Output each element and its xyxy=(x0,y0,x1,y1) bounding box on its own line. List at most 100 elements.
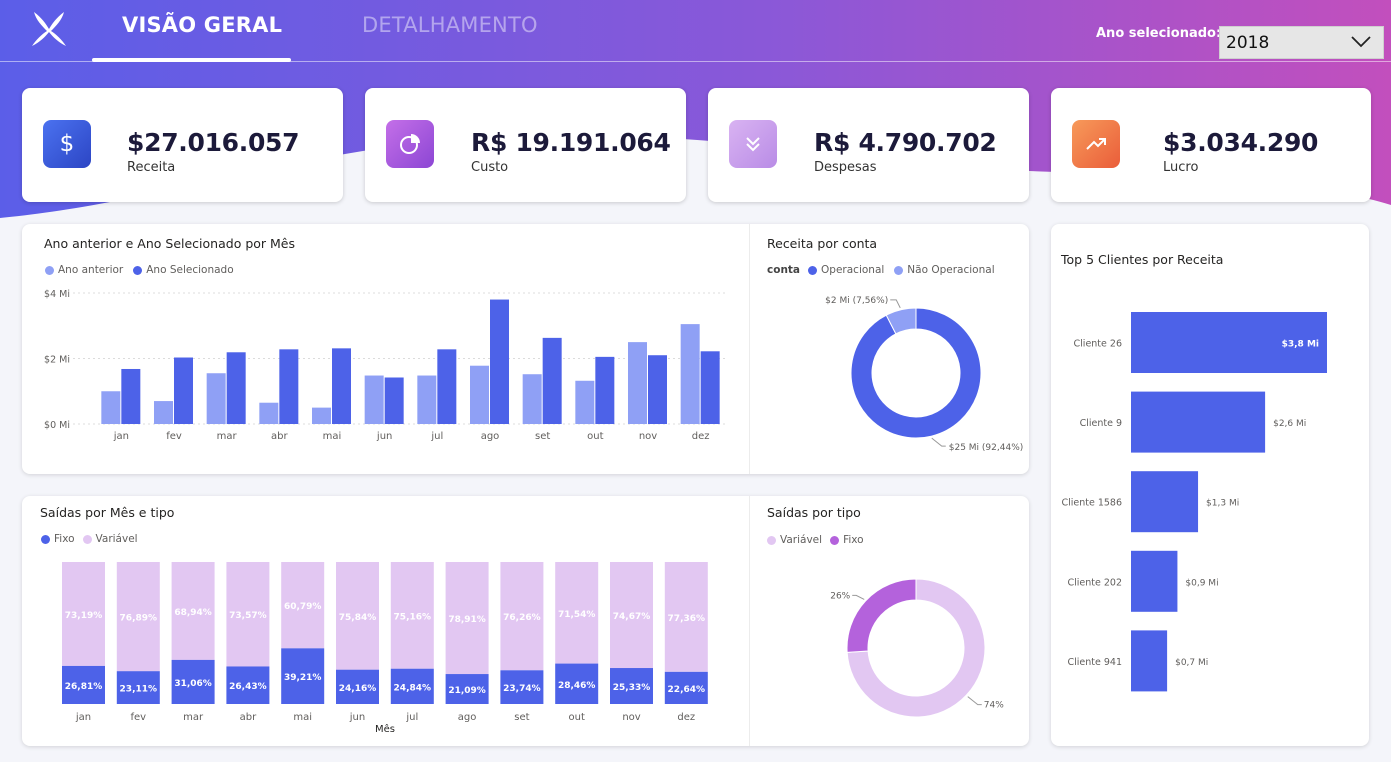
label-leader-line xyxy=(852,594,865,600)
bar-selected-year xyxy=(437,349,457,424)
x-tick-label: jul xyxy=(405,712,418,723)
x-tick-label: jan xyxy=(75,712,91,723)
client-bar xyxy=(1131,471,1199,533)
x-tick-label: ago xyxy=(481,431,500,442)
bar-selected-year xyxy=(384,377,404,424)
x-tick-label: set xyxy=(535,431,550,442)
bar-selected-year xyxy=(490,299,509,424)
kpi-card-despesas: R$ 4.790.702 Despesas xyxy=(708,88,1029,202)
bar-previous-year xyxy=(680,324,700,424)
chevron-down-icon xyxy=(1351,36,1371,48)
bar-previous-year xyxy=(522,374,542,424)
kpi-card-receita: $ $27.016.057 Receita xyxy=(22,88,343,202)
x-tick-label: jun xyxy=(349,712,365,723)
monthly-bar-chart: $0 Mi $2 Mi $4 Mi jan fev mar abr mai jun jul ago s… xyxy=(44,289,727,442)
bar-selected-year xyxy=(121,368,141,424)
x-tick-label: mai xyxy=(293,712,312,723)
data-label: $0,9 Mi xyxy=(1185,578,1218,588)
data-label: $2,6 Mi xyxy=(1273,419,1306,429)
label-leader-line xyxy=(890,299,901,309)
x-tick-label: abr xyxy=(240,712,257,723)
dollar-icon: $ xyxy=(43,120,91,168)
bar-previous-year xyxy=(259,402,279,424)
x-tick-label: jul xyxy=(430,431,443,442)
revenue-account-donut-chart: $25 Mi (92,44%) $2 Mi (7,56%) xyxy=(825,296,1024,453)
x-tick-label: ago xyxy=(458,712,477,723)
data-label: 31,06% xyxy=(174,679,212,689)
kpi-card-lucro: $3.034.290 Lucro xyxy=(1051,88,1371,202)
data-label: 21,09% xyxy=(448,686,486,696)
year-dropdown[interactable]: 2018 xyxy=(1219,26,1384,59)
data-label: 39,21% xyxy=(284,673,322,683)
data-label: 74,67% xyxy=(613,612,651,622)
data-label: $1,3 Mi xyxy=(1206,499,1239,509)
panel-monthly-revenue: Ano anterior e Ano Selecionado por Mês A… xyxy=(22,224,1029,474)
data-label: $25 Mi (92,44%) xyxy=(949,443,1024,453)
data-label: $2 Mi (7,56%) xyxy=(825,296,888,306)
x-tick-label: out xyxy=(587,431,603,442)
bar-selected-year xyxy=(279,349,299,424)
bar-previous-year xyxy=(101,391,121,424)
year-dropdown-value: 2018 xyxy=(1226,33,1270,53)
bar-selected-year xyxy=(332,348,351,424)
kpi-label: Custo xyxy=(471,160,509,175)
expense-type-donut-chart: 74% 26% xyxy=(830,578,1004,718)
data-label: $3,8 Mi xyxy=(1282,340,1319,350)
kpi-label: Despesas xyxy=(814,160,877,175)
x-tick-label: dez xyxy=(692,431,710,442)
data-label: 26% xyxy=(830,591,850,601)
bar-previous-year xyxy=(417,375,437,424)
kpi-label: Receita xyxy=(127,160,176,175)
data-label: 73,19% xyxy=(65,611,103,621)
x-tick-label: abr xyxy=(271,431,288,442)
data-label: $0,7 Mi xyxy=(1175,658,1208,668)
client-bar xyxy=(1131,630,1168,692)
tab-detalhamento[interactable]: DETALHAMENTO xyxy=(362,13,538,37)
active-tab-indicator xyxy=(92,58,291,62)
y-tick-label: Cliente 9 xyxy=(1080,418,1122,429)
x-tick-label: nov xyxy=(622,712,640,723)
pie-chart-icon xyxy=(386,120,434,168)
data-label: 24,84% xyxy=(394,683,432,693)
data-label: 76,89% xyxy=(120,614,158,624)
y-tick-label: $2 Mi xyxy=(44,355,70,366)
data-label: 74% xyxy=(984,701,1004,711)
x-tick-label: fev xyxy=(166,431,182,442)
data-label: 78,91% xyxy=(448,615,486,625)
data-label: 60,79% xyxy=(284,602,322,612)
x-tick-label: fev xyxy=(131,712,147,723)
panel-expenses: Saídas por Mês e tipo Fixo Variável 73,1… xyxy=(22,496,1029,746)
data-label: 24,16% xyxy=(339,684,377,694)
y-tick-label: Cliente 26 xyxy=(1074,339,1122,350)
data-label: 75,84% xyxy=(339,613,377,623)
bar-previous-year xyxy=(312,407,331,424)
bar-selected-year xyxy=(542,337,562,424)
x-tick-label: mai xyxy=(323,431,342,442)
x-tick-label: out xyxy=(569,712,585,723)
kpi-value: $3.034.290 xyxy=(1163,128,1319,157)
y-tick-label: $4 Mi xyxy=(44,289,70,300)
kpi-value: $27.016.057 xyxy=(127,128,300,157)
x-tick-label: mar xyxy=(217,431,238,442)
kpi-label: Lucro xyxy=(1163,160,1199,175)
donut-slice xyxy=(846,578,917,653)
trending-up-icon xyxy=(1072,120,1120,168)
bar-selected-year xyxy=(595,356,615,424)
y-tick-label: Cliente 941 xyxy=(1068,657,1123,668)
year-filter-label: Ano selecionado: xyxy=(1096,26,1222,41)
top-clients-bar-chart: Cliente 26 $3,8 Mi Cliente 9 $2,6 Mi Cliente… xyxy=(1061,312,1327,692)
x-axis-title: Mês xyxy=(375,723,395,735)
data-label: 28,46% xyxy=(558,681,596,691)
bar-selected-year xyxy=(226,352,246,424)
kpi-value: R$ 19.191.064 xyxy=(471,128,671,157)
kpi-value: R$ 4.790.702 xyxy=(814,128,997,157)
data-label: 73,57% xyxy=(229,611,267,621)
data-label: 23,74% xyxy=(503,684,541,694)
expenses-stacked-bar-chart: 73,19% 26,81% jan 76,89% 23,11% fev 68,94% 31,0… xyxy=(62,562,708,735)
kpi-card-custo: R$ 19.191.064 Custo xyxy=(365,88,686,202)
x-tick-label: mar xyxy=(183,712,204,723)
tab-visao-geral[interactable]: VISÃO GERAL xyxy=(122,13,282,37)
bar-previous-year xyxy=(628,342,647,424)
client-bar xyxy=(1131,550,1178,612)
x-tick-label: jan xyxy=(113,431,129,442)
